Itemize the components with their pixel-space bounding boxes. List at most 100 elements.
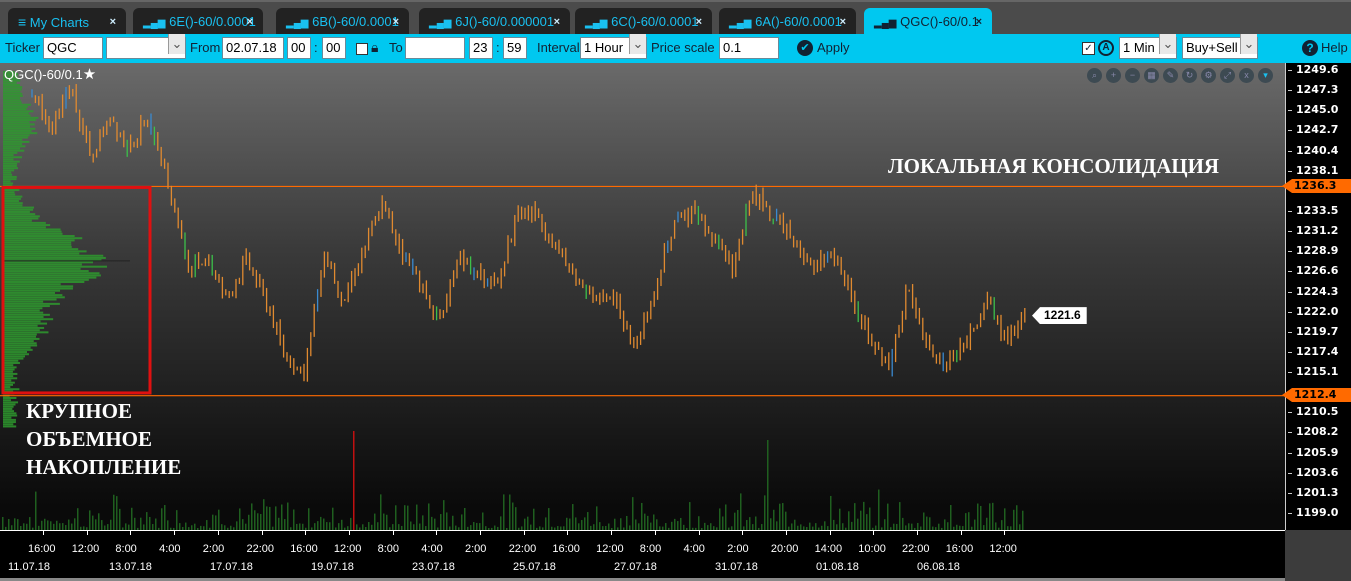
pencil-icon[interactable]: ✎ [1163,68,1178,83]
tab-6e-60-0-0001[interactable]: ▂▄▆ 6E()-60/0.0001 × [133,8,263,36]
tab-my-charts[interactable]: ≡ My Charts × [8,8,126,36]
x-tick-label: 12:00 [596,543,624,555]
to-date-input[interactable] [405,37,465,59]
tab-6c-60-0-0001[interactable]: ▂▄▆ 6C()-60/0.0001 × [575,8,712,36]
refresh-icon[interactable]: ↻ [1182,68,1197,83]
ticker-label: Ticker [5,40,40,55]
from-date-input[interactable]: 02.07.18 [222,37,284,59]
expand-icon[interactable]: ⤢ [1220,68,1235,83]
zoom-reset-icon[interactable]: ⌕ [1087,68,1102,83]
volume-bar [77,508,79,530]
close-tab-icon[interactable]: × [247,8,253,36]
zoom-in-icon[interactable]: + [1106,68,1121,83]
volume-profile-bar [3,353,29,356]
close-tab-icon[interactable]: × [554,8,560,36]
help-button[interactable]: Help [1321,40,1348,55]
volume-bar [587,512,589,530]
volume-bar [50,521,52,530]
volume-bar [860,510,862,530]
volume-profile-bar [3,346,31,349]
volume-profile-bar [3,86,23,89]
lock-checkbox[interactable] [356,43,368,55]
close-tab-icon[interactable]: × [393,8,399,36]
chevron-down-icon[interactable]: ▾ [1258,68,1273,83]
interval-select[interactable]: 1 Hour [580,34,647,59]
volume-profile-bar [3,134,30,137]
favorite-star-icon[interactable]: ★ [83,66,96,83]
volume-bar [992,502,994,530]
x-tick-mark [43,531,44,535]
close-tab-icon[interactable]: × [976,8,982,36]
x-tick-mark [654,531,656,535]
tab-6b-60-0-0001[interactable]: ▂▄▆ 6B()-60/0.0001 × [276,8,409,36]
y-tick-label: 1208.2 [1287,425,1339,439]
volume-profile-bar [3,156,23,159]
volume-profile-bar [3,197,21,200]
volume-profile-bar [3,94,23,97]
volume-bar [146,512,148,530]
x-date-label: 06.08.18 [917,561,960,573]
x-tick-mark [611,531,613,535]
tab-6j-60-0-000001[interactable]: ▂▄▆ 6J()-60/0.000001 × [419,8,570,36]
from-minute-input[interactable]: 00 [322,37,346,59]
volume-profile-bar [3,123,35,126]
volume-bar [638,523,640,530]
volume-profile-bar [3,423,14,426]
close-icon[interactable]: x [1239,68,1254,83]
volume-bar [56,520,58,530]
annotation-line: НАКОПЛЕНИЕ [26,455,182,479]
volume-bar [572,504,574,530]
volume-profile-bar [3,232,63,235]
from-hour-input[interactable]: 00 [287,37,311,59]
volume-bar [923,512,925,530]
ticker-input[interactable]: QGC [43,37,103,59]
time-axis[interactable]: 16:00 12:00 8:00 4:00 2:00 22:00 16:00 12:00 8:0… [0,530,1285,581]
volume-bar [44,518,46,530]
volume-bar [212,514,214,530]
tab-qgc-60-0-1[interactable]: ▂▄▆ QGC()-60/0.1 × [864,8,992,36]
mode-select[interactable]: Buy+Sell [1182,34,1258,59]
close-tab-icon[interactable]: × [840,8,846,36]
apply-button[interactable]: Apply [817,40,850,55]
grid-icon[interactable]: ▦ [1144,68,1159,83]
volume-profile-bar [3,110,34,113]
to-hour-input[interactable]: 23 [469,37,493,59]
timeframe-select[interactable]: 1 Min [1119,34,1177,59]
x-tick-label: 12:00 [71,543,100,555]
volume-profile-bar [3,162,18,165]
close-tab-icon[interactable]: × [110,8,116,36]
volume-bar [98,513,100,530]
price-chart[interactable]: QGC()-60/0.1★ ⌕ + − ▦ ✎ ↻ ⚙ ⤢ x ▾ ЛОКАЛЬ… [0,63,1285,530]
gear-icon[interactable]: ⚙ [1201,68,1216,83]
volume-bar [740,493,742,530]
volume-profile-bar [3,322,48,325]
x-date-label: 17.07.18 [210,561,253,573]
bar-chart-icon: ▂▄▆ [874,18,897,29]
zoom-out-icon[interactable]: − [1125,68,1140,83]
close-tab-icon[interactable]: × [696,8,702,36]
volume-profile-bar [3,252,80,255]
help-icon[interactable]: ? [1302,40,1318,56]
volume-bar-highlight [353,431,355,530]
x-tick-mark [523,531,525,535]
price-axis[interactable]: 1236.3 1212.4 1249.6 1247.3 1245.0 1242.7 12… [1282,63,1351,530]
price-scale-input[interactable]: 0.1 [719,37,779,59]
to-minute-input[interactable]: 59 [503,37,527,59]
x-tick-label: 14:00 [814,543,843,555]
x-tick-label: 4:00 [159,543,181,555]
volume-bar [125,523,127,530]
x-tick-label: 4:00 [683,543,705,555]
volume-bar [113,494,115,530]
auto-checkbox[interactable]: ✓ [1082,42,1095,55]
volume-profile-bar [3,119,36,122]
ticker-select[interactable] [106,34,186,59]
check-circle-icon[interactable]: ✔ [797,40,813,56]
level-high-label: 1236.3 [1282,179,1351,193]
y-tick-label: 1242.7 [1287,123,1339,137]
bar-chart-icon: ▂▄▆ [729,18,752,29]
volume-profile-bar [3,300,44,303]
volume-bar [719,508,721,530]
volume-profile-bar [3,401,19,404]
auto-scale-icon[interactable]: A [1098,40,1114,56]
tab-6a-60-0-0001[interactable]: ▂▄▆ 6A()-60/0.0001 × [719,8,856,36]
